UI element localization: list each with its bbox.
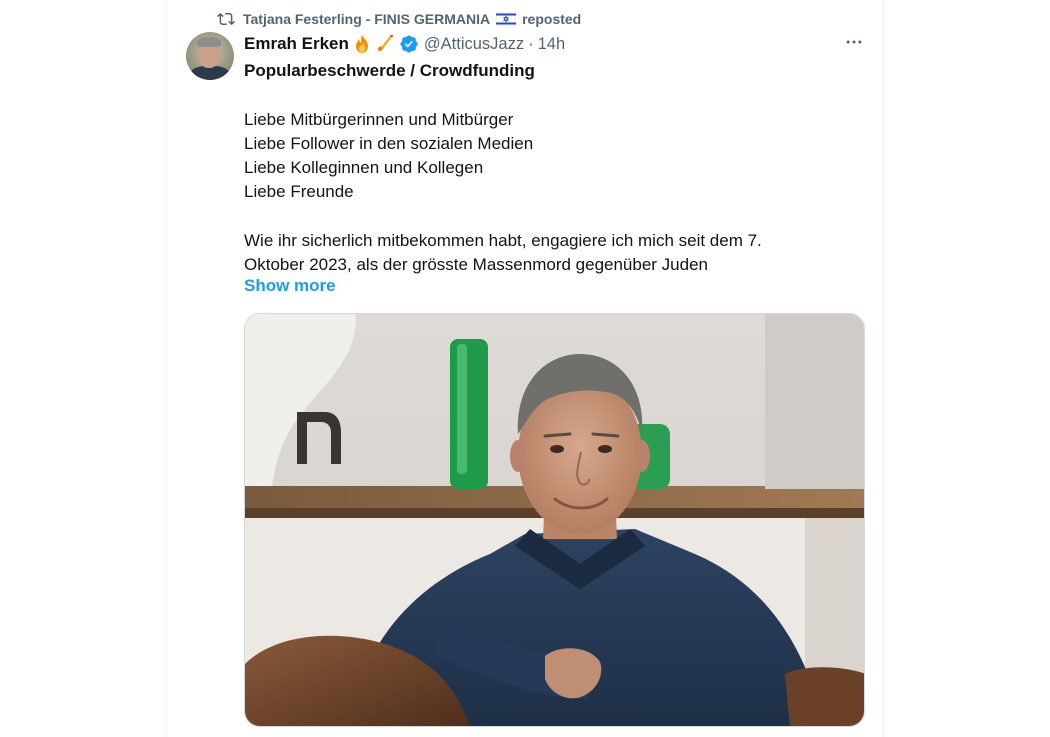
tweet-header: Emrah Erken @AtticusJazz · 14h — [244, 33, 565, 55]
show-more-link[interactable]: Show more — [244, 276, 336, 296]
author-handle[interactable]: @AtticusJazz — [424, 35, 524, 54]
repost-icon — [217, 10, 235, 28]
fire-emoji — [352, 34, 372, 54]
greeting-line: Liebe Freunde — [244, 182, 354, 201]
saxophone-emoji — [375, 34, 395, 54]
author-display-name[interactable]: Emrah Erken — [244, 34, 349, 54]
greeting-line: Liebe Kolleginnen und Kollegen — [244, 158, 484, 177]
avatar[interactable] — [186, 32, 234, 80]
tweet-photo[interactable] — [244, 313, 865, 727]
repost-context[interactable]: Tatjana Festerling - FINIS GERMANIA repo… — [217, 9, 581, 29]
greeting-line: Liebe Mitbürgerinnen und Mitbürger — [244, 110, 514, 129]
verified-badge-icon[interactable] — [399, 34, 419, 54]
reposter-name[interactable]: Tatjana Festerling - FINIS GERMANIA — [243, 11, 490, 27]
timeline-page: Tatjana Festerling - FINIS GERMANIA repo… — [0, 0, 1050, 737]
more-horizontal-icon — [844, 32, 864, 57]
avatar-body — [190, 66, 230, 80]
paragraph-line: Oktober 2023, als der grösste Massenmord… — [244, 255, 708, 274]
photo-illustration — [245, 314, 864, 726]
more-options-button[interactable] — [839, 31, 869, 57]
avatar-hair — [197, 37, 221, 47]
greeting-line: Liebe Follower in den sozialen Medien — [244, 134, 534, 153]
tweet-timestamp[interactable]: 14h — [538, 35, 566, 54]
separator-dot: · — [528, 34, 534, 53]
reposted-label: reposted — [522, 11, 582, 27]
paragraph-line: Wie ihr sicherlich mitbekommen habt, eng… — [244, 231, 762, 250]
tweet-title: Popularbeschwerde / Crowdfunding — [244, 61, 535, 80]
israel-flag-icon — [496, 12, 517, 26]
